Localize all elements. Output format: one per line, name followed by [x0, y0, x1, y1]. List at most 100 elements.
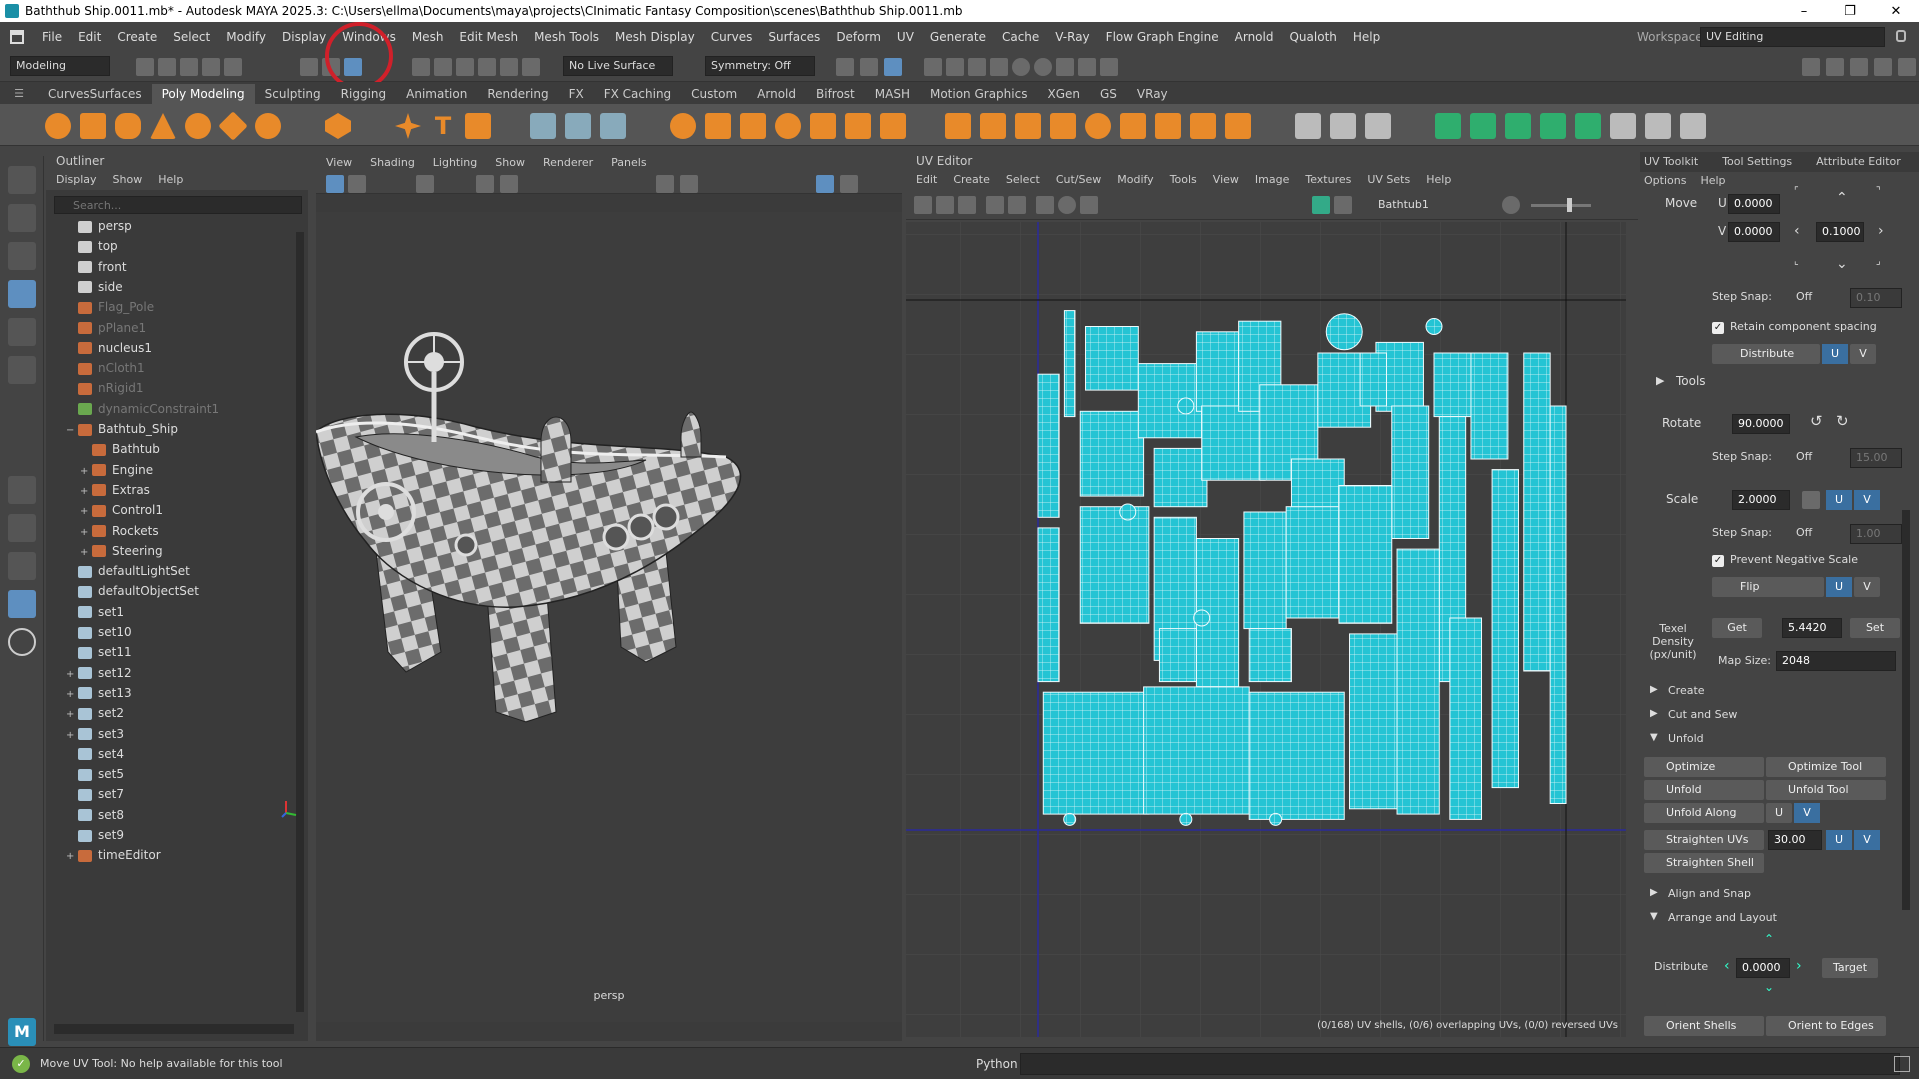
- outliner-hscrollbar[interactable]: [54, 1024, 294, 1034]
- home-icon[interactable]: [10, 30, 24, 44]
- uv-snapshot-icon[interactable]: [1080, 196, 1098, 214]
- multi-cut-icon[interactable]: [1295, 113, 1321, 139]
- shelf-tab-vray[interactable]: VRay: [1127, 84, 1178, 104]
- minimize-button[interactable]: –: [1781, 0, 1827, 22]
- uv-toggle-shaded-icon[interactable]: [914, 196, 932, 214]
- lighting-icon[interactable]: [680, 175, 698, 193]
- outliner-item[interactable]: + Steering: [80, 541, 163, 561]
- expand-icon[interactable]: +: [66, 705, 78, 725]
- menu-qualoth[interactable]: Qualoth: [1281, 30, 1344, 44]
- shelf-tab-xgen[interactable]: XGen: [1037, 84, 1090, 104]
- symmetry-dropdown[interactable]: Symmetry: Off: [705, 56, 815, 76]
- mirror-icon[interactable]: [705, 113, 731, 139]
- outliner-item[interactable]: set4: [66, 744, 124, 764]
- isolate-icon[interactable]: [840, 175, 858, 193]
- outliner-item[interactable]: Bathtub: [80, 439, 160, 459]
- uv-shell[interactable]: [1079, 410, 1145, 497]
- snap-point-icon[interactable]: [456, 58, 474, 76]
- distribute-value-field[interactable]: 0.0000: [1736, 958, 1790, 978]
- viewport-menu-view[interactable]: View: [326, 152, 352, 174]
- uvtk-menu-options[interactable]: Options: [1644, 172, 1686, 190]
- uv-shell[interactable]: [1063, 812, 1077, 826]
- camera-attributes-icon[interactable]: [348, 175, 366, 193]
- texel-set-button[interactable]: Set: [1850, 618, 1900, 638]
- create-expand-icon[interactable]: ▶: [1650, 684, 1658, 695]
- uv-shell[interactable]: [1153, 447, 1208, 508]
- uv-menu-help[interactable]: Help: [1426, 170, 1451, 190]
- outliner-item[interactable]: set7: [66, 784, 124, 804]
- scale-field[interactable]: 2.0000: [1732, 490, 1790, 510]
- straighten-uvs-button[interactable]: Straighten UVs: [1644, 830, 1764, 850]
- menu-mesh-display[interactable]: Mesh Display: [607, 30, 703, 44]
- uv-shell[interactable]: [1201, 405, 1266, 481]
- viewport-menu-shading[interactable]: Shading: [370, 152, 415, 174]
- ipr-render-icon[interactable]: [946, 58, 964, 76]
- menu-edit[interactable]: Edit: [70, 30, 109, 44]
- straighten-v-button[interactable]: V: [1854, 830, 1880, 850]
- outliner-item[interactable]: defaultLightSet: [66, 561, 190, 581]
- poly-sphere-icon[interactable]: [45, 113, 71, 139]
- uv-shell[interactable]: [1549, 405, 1567, 804]
- move-left-arrow-icon[interactable]: ‹: [1794, 223, 1800, 239]
- viewport-menu-panels[interactable]: Panels: [611, 152, 646, 174]
- outliner-item[interactable]: defaultObjectSet: [66, 581, 199, 601]
- shelf-tab-curves-surfaces[interactable]: CurvesSurfaces: [38, 84, 152, 104]
- poly-torus-icon[interactable]: [185, 113, 211, 139]
- uv-menu-image[interactable]: Image: [1255, 170, 1289, 190]
- outliner-item[interactable]: Flag_Pole: [66, 297, 154, 317]
- uv-toolkit-scrollbar[interactable]: [1902, 510, 1910, 910]
- uv-shell[interactable]: [1195, 331, 1240, 412]
- tab-uv-toolkit[interactable]: UV Toolkit: [1644, 152, 1698, 172]
- merge-icon[interactable]: [1190, 113, 1216, 139]
- layout-icon[interactable]: [1898, 58, 1916, 76]
- unfold-tool-button[interactable]: Unfold Tool: [1766, 780, 1886, 800]
- outliner-item[interactable]: set11: [66, 642, 132, 662]
- uv-shell[interactable]: [1523, 352, 1551, 672]
- four-view-icon[interactable]: [8, 514, 36, 542]
- outliner-item[interactable]: + set2: [66, 703, 124, 723]
- outliner-item[interactable]: top: [66, 236, 118, 256]
- append-icon[interactable]: [1050, 113, 1076, 139]
- lasso-tool-icon[interactable]: [8, 204, 36, 232]
- create-section-label[interactable]: Create: [1668, 684, 1705, 697]
- outliner-persp-layout-icon[interactable]: [8, 590, 36, 618]
- outliner-search-box[interactable]: [54, 196, 302, 214]
- combine-icon[interactable]: [530, 113, 556, 139]
- uv-shell[interactable]: [1063, 310, 1076, 418]
- move-u-field[interactable]: 0.0000: [1728, 194, 1780, 214]
- smooth-shade-icon[interactable]: [500, 175, 518, 193]
- uv-menu-edit[interactable]: Edit: [916, 170, 937, 190]
- menu-cache[interactable]: Cache: [994, 30, 1047, 44]
- rotate-step-snap-value[interactable]: Off: [1796, 450, 1812, 463]
- expand-icon[interactable]: +: [80, 462, 92, 482]
- map-size-field[interactable]: 2048: [1776, 651, 1896, 671]
- menu-mesh-tools[interactable]: Mesh Tools: [526, 30, 607, 44]
- uv-shell[interactable]: [1338, 485, 1393, 624]
- uv-shell[interactable]: [1248, 628, 1292, 683]
- menu-curves[interactable]: Curves: [703, 30, 761, 44]
- menu-surfaces[interactable]: Surfaces: [760, 30, 828, 44]
- distribute-v-button[interactable]: V: [1850, 344, 1876, 364]
- shelf-tab-fx-caching[interactable]: FX Caching: [594, 84, 681, 104]
- align-snap-expand-icon[interactable]: ▶: [1650, 887, 1658, 898]
- menu-vray[interactable]: V-Ray: [1047, 30, 1097, 44]
- uv-shell[interactable]: [1349, 633, 1403, 810]
- undo-icon[interactable]: [202, 58, 220, 76]
- type-tool-icon[interactable]: T: [430, 113, 456, 139]
- super-shape-icon[interactable]: [395, 113, 421, 139]
- uv-texture-borders-icon[interactable]: [986, 196, 1004, 214]
- move-down-arrow-icon[interactable]: ⌄: [1836, 256, 1848, 272]
- snap-curve-icon[interactable]: [434, 58, 452, 76]
- outliner-item[interactable]: set10: [66, 622, 132, 642]
- expand-icon[interactable]: +: [80, 482, 92, 502]
- uv-shell[interactable]: [1177, 397, 1195, 415]
- new-scene-icon[interactable]: [136, 58, 154, 76]
- outliner-item[interactable]: + set3: [66, 724, 124, 744]
- boolean-icon[interactable]: [670, 113, 696, 139]
- optimize-button[interactable]: Optimize: [1644, 757, 1764, 777]
- expand-icon[interactable]: +: [66, 665, 78, 685]
- move-down-left-icon[interactable]: ⌞: [1794, 256, 1799, 267]
- menu-display[interactable]: Display: [274, 30, 334, 44]
- construction-history-icon[interactable]: [836, 58, 854, 76]
- uv-shell[interactable]: [1470, 352, 1509, 460]
